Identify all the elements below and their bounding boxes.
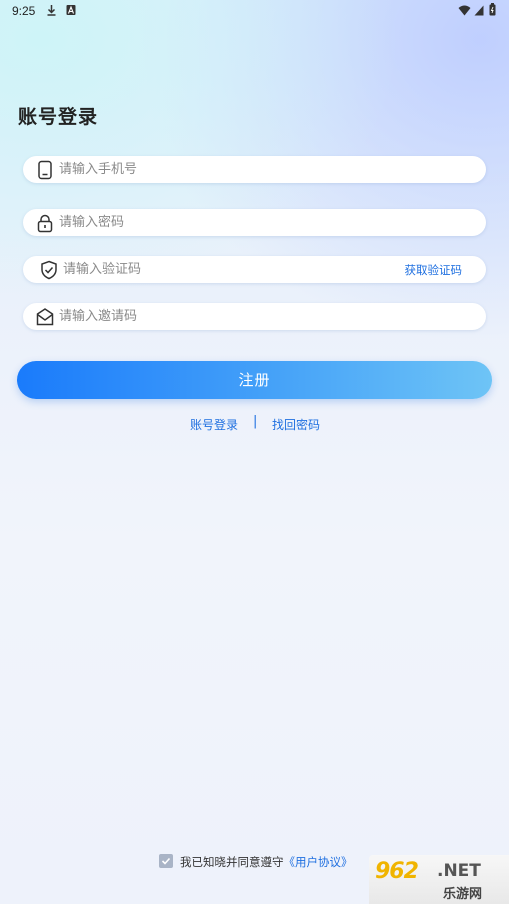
password-field[interactable] (23, 209, 486, 236)
verification-field[interactable]: 获取验证码 (23, 256, 486, 283)
agreement-label: 我已知晓并同意遵守 (180, 855, 284, 869)
agreement-text: 我已知晓并同意遵守《用户协议》 (180, 854, 353, 870)
check-icon (161, 857, 171, 865)
battery-icon (489, 3, 496, 19)
bottom-links: 账号登录 | 找回密码 (0, 414, 509, 433)
status-bar: 9:25 (0, 0, 509, 22)
phone-icon (35, 160, 55, 180)
download-icon (46, 4, 57, 19)
signal-icon (474, 5, 484, 19)
phone-input[interactable] (59, 156, 389, 183)
watermark-name: 乐游网 (443, 887, 483, 902)
page-title: 账号登录 (18, 106, 99, 128)
wifi-icon (458, 5, 471, 19)
agreement-checkbox[interactable] (159, 854, 173, 868)
phone-field[interactable] (23, 156, 486, 183)
invite-input[interactable] (59, 303, 389, 330)
register-button[interactable]: 注册 (17, 361, 492, 399)
invite-field[interactable] (23, 303, 486, 330)
get-code-button[interactable]: 获取验证码 (405, 262, 463, 278)
shield-check-icon (39, 260, 59, 280)
watermark-suffix: .NET (437, 861, 481, 881)
lock-icon (35, 213, 55, 233)
status-time: 9:25 (12, 4, 36, 18)
user-agreement-link[interactable]: 《用户协议》 (284, 855, 353, 869)
link-separator: | (253, 414, 258, 429)
recover-password-link[interactable]: 找回密码 (272, 416, 320, 433)
site-watermark: 962 .NET 乐游网 (369, 855, 509, 904)
account-login-link[interactable]: 账号登录 (190, 416, 238, 433)
a-letter-icon (66, 4, 76, 19)
watermark-logo: 962 (375, 859, 419, 884)
verification-input[interactable] (63, 256, 393, 283)
password-input[interactable] (59, 209, 389, 236)
mail-icon (35, 307, 55, 327)
